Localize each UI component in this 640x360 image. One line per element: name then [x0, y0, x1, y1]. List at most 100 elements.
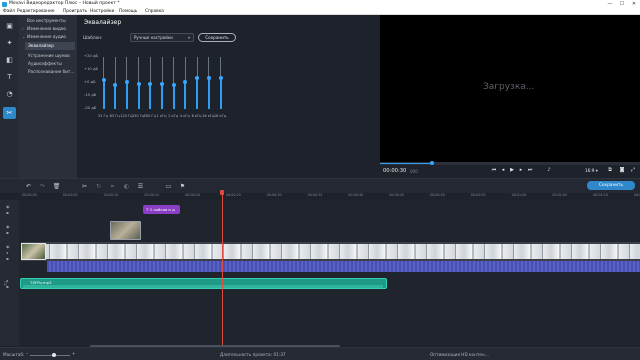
video-preview[interactable]: Загрузка... — [380, 15, 640, 162]
overlay-track-eye-icon[interactable]: ◉ — [6, 224, 10, 229]
category-audio-effects[interactable]: Аудиоэффекты — [28, 60, 76, 68]
video-track-eye-icon[interactable]: ◉ — [6, 244, 10, 249]
zoom-label: Масштаб: — [3, 352, 25, 357]
video-clip[interactable] — [21, 242, 640, 261]
filters-icon[interactable]: ✦ — [3, 37, 16, 49]
ruler-tick: 00:01:00 — [511, 193, 527, 197]
category-beat-detection[interactable]: Распознавание бит… — [28, 68, 76, 76]
eq-band-knob[interactable] — [101, 78, 106, 83]
ruler-tick: 00:01:15 — [634, 193, 640, 197]
video-thumbnail — [21, 243, 46, 260]
eq-band-knob[interactable] — [148, 81, 153, 86]
delete-icon[interactable]: 🗑 — [52, 182, 61, 191]
zoom-knob[interactable] — [52, 353, 56, 357]
eq-band-knob[interactable] — [171, 82, 176, 87]
ruler-tick: 00:00:40 — [348, 193, 364, 197]
eq-band-knob[interactable] — [160, 81, 164, 86]
save-preset-button[interactable]: Сохранить — [198, 33, 236, 42]
db-label: -10 дБ — [84, 93, 97, 97]
step-forward-icon[interactable]: ▸ — [517, 167, 525, 173]
media-import-icon[interactable]: ▣ — [3, 20, 16, 32]
maximize-button[interactable]: ☐ — [616, 0, 628, 8]
db-label: -20 дБ — [84, 106, 97, 110]
category-video-edit[interactable]: › Изменение видео — [22, 25, 76, 33]
menu-settings[interactable]: Настройки — [90, 8, 114, 15]
ruler-tick: 00:01:10 — [593, 193, 608, 197]
stickers-icon[interactable]: ◔ — [3, 88, 16, 100]
volume-icon[interactable]: ♪ — [545, 167, 553, 173]
eq-band-knob[interactable] — [206, 75, 211, 80]
menu-play[interactable]: Проиграть — [63, 8, 87, 15]
step-back-icon[interactable]: ◂ — [499, 167, 507, 173]
image-clip[interactable] — [110, 221, 141, 240]
status-bar: Масштаб: – + Длительность проекта: 01:37… — [0, 347, 640, 360]
skip-start-icon[interactable]: ⏮ — [490, 167, 498, 173]
overlay-track-lock-icon[interactable]: ▪ — [6, 230, 9, 235]
eq-band-knob[interactable] — [136, 81, 141, 86]
eq-band-knob[interactable] — [124, 80, 129, 85]
db-label: +0 дБ — [84, 80, 96, 84]
playhead[interactable] — [221, 193, 223, 346]
title-track-lock-icon[interactable]: ▪ — [6, 210, 9, 215]
cut-icon[interactable]: ✂ — [80, 182, 89, 191]
timeline-ruler[interactable]: 00:00:00 00:00:05 00:00:10 00:00:15 00:00:20… — [0, 193, 640, 200]
menu-help[interactable]: Помощь — [119, 8, 137, 15]
export-save-button[interactable]: Сохранить — [587, 181, 635, 190]
preset-label: Шаблон: — [83, 36, 103, 41]
rotate-icon[interactable]: ↻ — [94, 182, 103, 191]
snapshot-icon[interactable]: ◙ — [618, 167, 626, 173]
preset-dropdown[interactable]: Ручные настройки ▾ — [130, 33, 194, 42]
window-title: Movavi Видеоредактор Плюс – Новый проект… — [9, 1, 120, 6]
eq-band-knob[interactable] — [113, 82, 118, 87]
ruler-tick: 00:01:05 — [552, 193, 568, 197]
more-tools-icon[interactable]: ✂ — [3, 107, 16, 119]
eq-band-knob[interactable] — [218, 75, 223, 80]
eq-band-fill — [219, 77, 222, 109]
aspect-ratio-dropdown[interactable]: 16:9 ▾ — [585, 168, 598, 173]
eq-band-fill — [207, 77, 210, 109]
transitions-icon[interactable]: ◧ — [3, 54, 16, 66]
title-clip[interactable]: T 3 лайков и д — [143, 205, 180, 214]
close-button[interactable]: ✕ — [628, 0, 640, 8]
redo-icon[interactable]: ↷ — [38, 182, 47, 191]
menu-edit[interactable]: Редактирование — [17, 8, 55, 15]
crop-icon[interactable]: ⌗ — [108, 182, 117, 191]
record-voice-icon[interactable]: ▭ — [164, 182, 173, 191]
eq-band-knob[interactable] — [195, 75, 200, 80]
eq-band-knob[interactable] — [183, 80, 188, 85]
category-audio-edit[interactable]: ⌄Изменение аудио — [22, 33, 76, 41]
ruler-tick: 00:00:20 — [185, 193, 200, 197]
menu-file[interactable]: Файл — [3, 8, 15, 15]
current-time-ms: 000 — [410, 169, 418, 174]
category-equalizer[interactable]: Эквалайзер — [25, 42, 75, 50]
chevron-down-icon: ▾ — [187, 35, 190, 40]
zoom-slider[interactable] — [30, 353, 70, 357]
progress-knob[interactable] — [430, 161, 434, 165]
tool-icon-bar: ▣ ✦ ◧ T ◔ ✂ — [0, 15, 19, 178]
eq-band-fill — [196, 77, 199, 109]
zoom-in-icon[interactable]: + — [72, 351, 76, 356]
undo-icon[interactable]: ↶ — [24, 182, 33, 191]
category-all-tools[interactable]: Все инструменты — [22, 17, 76, 25]
category-noise-removal[interactable]: Устранение шумов — [28, 52, 76, 60]
video-audio-waveform[interactable] — [47, 261, 640, 272]
preview-progress-bar[interactable] — [380, 161, 640, 165]
equalizer-title: Эквалайзер — [84, 19, 122, 26]
flag-icon[interactable]: ⚑ — [178, 182, 187, 191]
menu-reference[interactable]: Справка — [145, 8, 164, 15]
zoom-out-icon[interactable]: – — [26, 351, 28, 356]
audio-clip[interactable]: TXFPq.mp3 — [20, 278, 387, 289]
title-track-eye-icon[interactable]: ◉ — [6, 204, 10, 209]
color-adjust-icon[interactable]: ◐ — [122, 182, 131, 191]
detach-player-icon[interactable]: ⧉ — [606, 167, 614, 173]
video-track-mute-icon[interactable]: ◂ — [6, 250, 8, 255]
fullscreen-icon[interactable]: ⤢ — [629, 167, 637, 173]
current-time: 00:00:30 — [383, 168, 407, 174]
eq-band-fill — [184, 82, 187, 109]
titles-icon[interactable]: T — [3, 71, 16, 83]
play-icon[interactable]: ▶ — [508, 167, 516, 173]
video-track-lock-icon[interactable]: ▪ — [6, 256, 9, 261]
clip-properties-icon[interactable]: ☰ — [136, 182, 145, 191]
skip-end-icon[interactable]: ⏭ — [526, 167, 534, 173]
minimize-button[interactable]: — — [604, 0, 616, 8]
